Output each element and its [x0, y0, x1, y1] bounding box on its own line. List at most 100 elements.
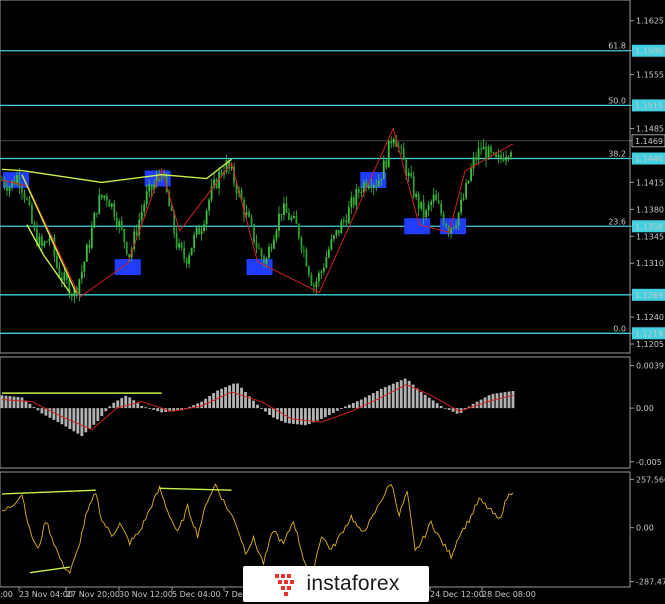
- macd-histogram-bar: [491, 393, 495, 409]
- candle-body: [258, 247, 260, 249]
- candle-body: [435, 194, 438, 201]
- price-tick-label: 1.1485: [636, 124, 664, 133]
- macd-histogram-bar: [296, 408, 299, 425]
- macd-histogram-bar: [503, 392, 507, 409]
- candle-body: [300, 237, 303, 250]
- candle-body: [85, 244, 88, 262]
- candle-body: [188, 255, 191, 265]
- candle-body: [432, 194, 435, 202]
- macd-histogram-bar: [288, 408, 291, 424]
- fib-level-label: 0.0: [613, 324, 626, 333]
- candle-body: [135, 231, 138, 236]
- candle-body: [178, 243, 181, 248]
- candle-body: [278, 213, 280, 231]
- candle-body: [290, 217, 293, 220]
- macd-histogram-bar: [423, 394, 427, 409]
- macd-histogram-bar: [300, 408, 303, 425]
- macd-histogram-bar: [196, 403, 200, 409]
- macd-tick-label: 0.00397: [636, 362, 665, 371]
- instaforex-logo-icon: [275, 574, 295, 596]
- candle-body: [125, 242, 128, 254]
- macd-histogram-bar: [148, 408, 152, 409]
- candle-body: [387, 140, 390, 168]
- candle-body: [392, 138, 395, 144]
- macd-histogram-bar: [144, 407, 148, 409]
- candle-body: [350, 197, 353, 207]
- candle-body: [143, 204, 146, 212]
- macd-histogram-bar: [96, 408, 100, 422]
- candle-body: [332, 235, 335, 240]
- macd-histogram-bar: [319, 408, 323, 419]
- candle-body: [268, 247, 270, 259]
- macd-histogram-bar: [156, 408, 160, 412]
- macd-histogram-bar: [72, 408, 76, 432]
- candle-body: [113, 203, 116, 218]
- macd-histogram-bar: [128, 397, 132, 409]
- candle-body: [21, 186, 23, 193]
- macd-histogram-bar: [64, 408, 68, 427]
- candle-body: [377, 180, 380, 187]
- candle-body: [315, 281, 318, 287]
- candle-body: [410, 172, 413, 177]
- candle-body: [480, 148, 482, 150]
- candle-body: [407, 172, 410, 177]
- macd-histogram-bar: [260, 408, 263, 409]
- macd-histogram-bar: [415, 388, 419, 409]
- macd-histogram-bar: [256, 404, 259, 409]
- time-tick-label: 30 Nov 12:00: [119, 590, 173, 599]
- macd-histogram-bar: [399, 380, 403, 409]
- candle-body: [477, 148, 480, 160]
- macd-histogram-bar: [343, 406, 347, 409]
- price-tick-label: 1.1345: [636, 232, 664, 241]
- candle-body: [90, 227, 93, 248]
- candle-body: [422, 201, 425, 218]
- macd-histogram-bar: [84, 408, 88, 433]
- candle-body: [455, 225, 458, 228]
- macd-histogram-bar: [379, 388, 383, 409]
- candle-body: [253, 223, 255, 243]
- macd-tick-label: -0.005: [636, 458, 662, 467]
- candle-body: [327, 249, 330, 258]
- candle-body: [362, 182, 365, 192]
- candle-body: [295, 215, 298, 225]
- candle-body: [502, 157, 505, 161]
- candle-body: [320, 271, 323, 273]
- candle-body: [400, 146, 403, 148]
- candle-body: [190, 247, 193, 256]
- candle-body: [120, 221, 123, 229]
- macd-histogram-bar: [8, 396, 12, 409]
- macd-histogram-bar: [339, 408, 343, 409]
- candle-body: [505, 156, 507, 161]
- candle-body: [48, 238, 51, 242]
- candle-body: [150, 184, 153, 191]
- macd-histogram-bar: [335, 408, 339, 411]
- candle-body: [460, 199, 463, 213]
- price-tick-label: 1.1625: [636, 17, 664, 26]
- macd-histogram-bar: [32, 407, 36, 409]
- candle-body: [305, 249, 308, 267]
- candle-body: [115, 217, 118, 227]
- candle-body: [33, 222, 36, 229]
- macd-histogram-bar: [224, 387, 227, 409]
- macd-histogram-bar: [268, 408, 271, 416]
- candle-body: [203, 224, 206, 232]
- price-tick-label: 1.1555: [636, 71, 664, 80]
- oscillator-tick-label: -287.471: [636, 578, 665, 587]
- macd-histogram-bar: [68, 408, 72, 429]
- candle-body: [345, 219, 348, 224]
- candle-body: [193, 235, 196, 248]
- macd-histogram-bar: [439, 405, 443, 409]
- candle-body: [322, 267, 325, 272]
- candle-body: [148, 184, 151, 192]
- candle-body: [208, 199, 210, 211]
- candle-body: [352, 197, 355, 206]
- macd-histogram-bar: [80, 408, 84, 437]
- fib-level-label: 50.0: [608, 96, 626, 105]
- candle-body: [360, 191, 363, 193]
- macd-histogram-bar: [88, 408, 92, 429]
- fib-level-label: 61.8: [608, 42, 626, 51]
- candle-body: [382, 160, 385, 179]
- candle-body: [457, 212, 460, 226]
- candle-body: [175, 232, 178, 248]
- candle-body: [427, 205, 430, 211]
